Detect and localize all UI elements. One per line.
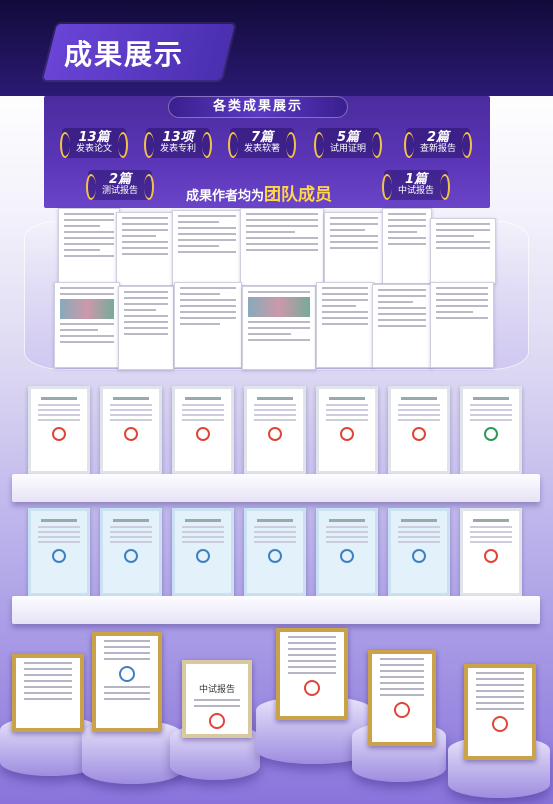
framed-certificate [368,650,436,746]
panel-heading-text: 各类成果展示 [212,99,303,114]
paper-thumbnail [172,210,242,286]
framed-certificate [464,664,536,760]
badge-num: 2篇 [426,130,450,145]
framed-certificate [12,654,84,732]
badge-label: 中试报告 [397,186,434,196]
software-copyright-certificate [316,508,378,596]
paper-thumbnail [316,282,374,368]
paper-thumbnail [430,218,496,284]
members-prefix: 成果作者均为 [186,189,265,204]
badge-label: 试用证明 [329,144,366,154]
badge-num: 7篇 [250,130,274,145]
badge-novelty-report: 2篇 查新报告 [404,128,472,158]
members-highlight: 团队成员 [264,185,333,205]
pilot-report-title: 中试报告 [198,685,235,695]
paper-thumbnail [240,208,324,286]
badge-label: 发表软著 [243,144,280,154]
paper-thumbnail [324,212,384,284]
panel-heading: 各类成果展示 [168,96,348,118]
badge-trial-proof: 5篇 试用证明 [314,128,382,158]
members-note: 成果作者均为团队成员 [186,180,332,205]
shelf-middle [12,596,540,624]
software-copyright-certificate [100,508,162,596]
patent-certificate [460,386,522,474]
patent-certificate [100,386,162,474]
page-title: 成果展示 [64,38,185,71]
patent-certificate [28,386,90,474]
software-copyright-certificate [388,508,450,596]
shelf-top [12,474,540,502]
badge-software: 7篇 发表软著 [228,128,296,158]
badge-patents: 13项 发表专利 [144,128,212,158]
badge-num: 5篇 [336,130,360,145]
paper-thumbnail [372,284,432,368]
paper-thumbnail [58,208,120,284]
software-copyright-certificate [172,508,234,596]
paper-thumbnail [430,282,494,368]
framed-pilot-report: 中试报告 [182,660,252,738]
badge-pilot-report: 1篇 中试报告 [382,170,450,200]
badge-num: 13篇 [78,130,110,145]
paper-thumbnail [54,282,120,368]
badge-num: 13项 [162,130,194,145]
paper-thumbnail [118,286,174,370]
badge-label: 测试报告 [101,186,138,196]
badge-test-report: 2篇 测试报告 [86,170,154,200]
framed-test-report [92,632,162,732]
framed-certificate [276,628,348,720]
patent-certificate [172,386,234,474]
badge-label: 查新报告 [419,144,456,154]
software-copyright-certificate [244,508,306,596]
badge-label: 发表专利 [159,144,196,154]
badge-label: 发表论文 [75,144,112,154]
paper-thumbnail [382,208,432,284]
software-copyright-certificate [28,508,90,596]
paper-thumbnail [242,286,316,370]
badge-num: 2篇 [108,172,132,187]
patent-certificate [316,386,378,474]
paper-thumbnail [116,212,174,286]
patent-certificate [244,386,306,474]
badge-papers: 13篇 发表论文 [60,128,128,158]
paper-thumbnail [174,282,242,368]
badge-num: 1篇 [404,172,428,187]
results-showcase-page: 成果展示 各类成果展示 13篇 发表论文 13项 发表专利 7篇 发表软著 5篇… [0,0,553,804]
patent-certificate [388,386,450,474]
software-copyright-certificate [460,508,522,596]
